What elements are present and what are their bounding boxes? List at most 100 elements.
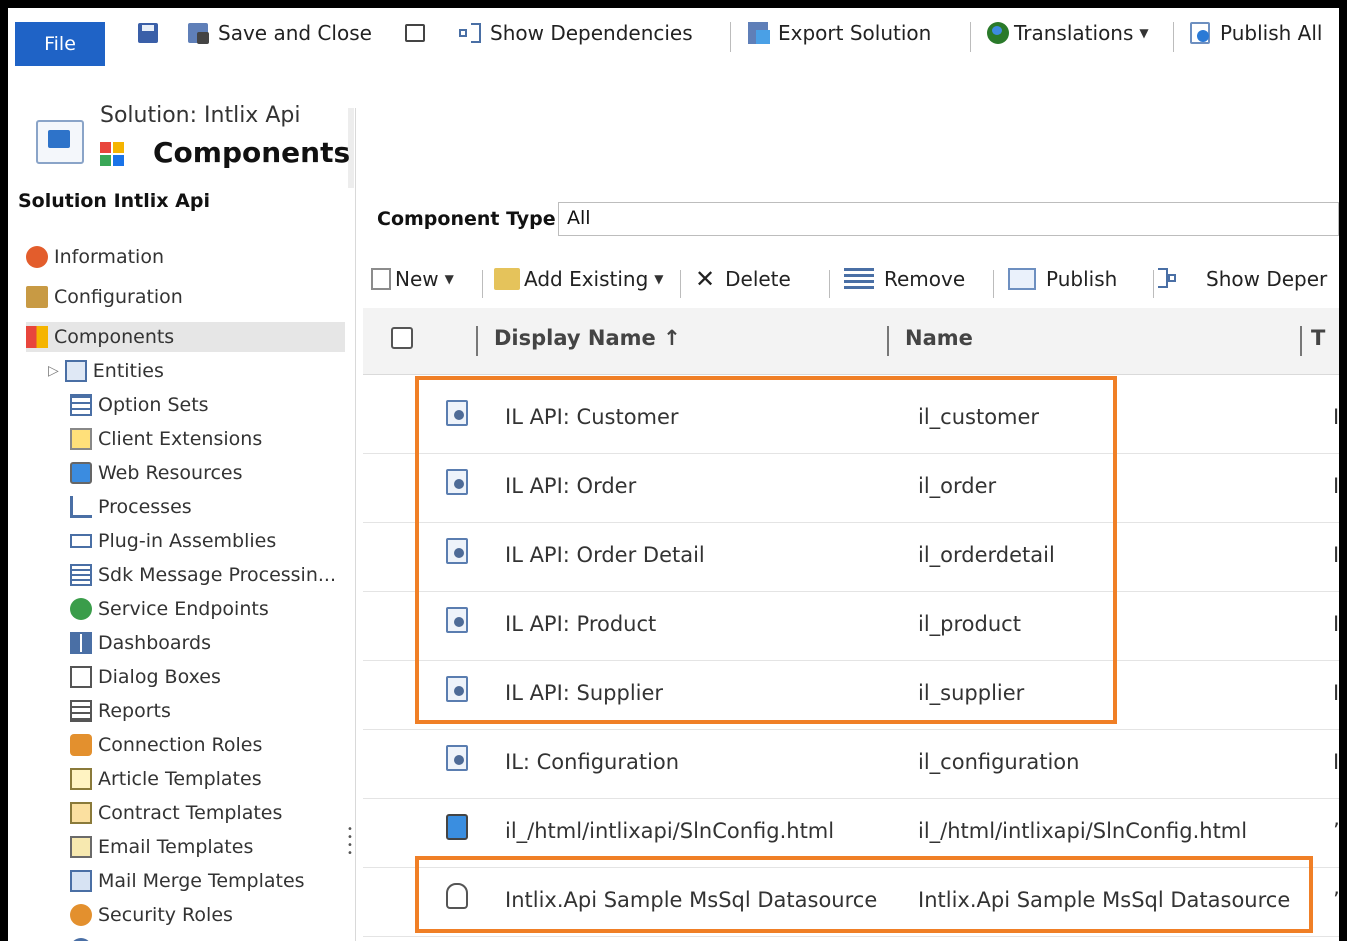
nav-item-article-templates[interactable]: Article Templates [70, 764, 262, 794]
table-row[interactable]: il_/html/intlixapi/SlnConfig.html il_/ht… [363, 798, 1339, 868]
splitter-grip-icon[interactable]: • • • • [347, 825, 353, 859]
name-cell: il_customer [918, 405, 1040, 429]
nav-item-mail-merge-templates[interactable]: Mail Merge Templates [70, 866, 305, 896]
show-dependencies-grid-button[interactable]: Show Deper [1168, 264, 1327, 294]
nav-item-label: Plug-in Assemblies [98, 530, 277, 552]
translations-button[interactable]: Translations ▼ [986, 18, 1149, 48]
nav-item-configuration[interactable]: Configuration [26, 282, 183, 312]
information-icon [26, 246, 48, 268]
nav-item-connection-roles[interactable]: Connection Roles [70, 730, 262, 760]
nav-item-email-templates[interactable]: Email Templates [70, 832, 253, 862]
save-button[interactable] [136, 18, 168, 48]
security-roles-icon [70, 904, 92, 926]
column-display-name[interactable]: Display Name ↑ [494, 326, 681, 350]
publish-icon [1008, 268, 1036, 290]
show-dependencies-label: Show Dependencies [490, 21, 693, 45]
select-all-checkbox[interactable] [391, 327, 413, 349]
table-row[interactable]: IL API: Product il_product I [363, 591, 1339, 661]
nav-item-service-endpoints[interactable]: Service Endpoints [70, 594, 269, 624]
nav-item-processes[interactable]: Processes [70, 492, 192, 522]
export-solution-label: Export Solution [778, 21, 932, 45]
file-button[interactable]: File [15, 22, 105, 66]
column-separator[interactable] [476, 326, 478, 356]
component-type-select[interactable]: All [558, 202, 1339, 236]
nav-item-components[interactable]: Components [26, 322, 345, 352]
remove-button[interactable]: Remove [844, 264, 965, 294]
nav-item-dashboards[interactable]: Dashboards [70, 628, 211, 658]
ribbon-separator [1173, 22, 1174, 52]
publish-button[interactable]: Publish [1008, 264, 1117, 294]
type-cell: I [1333, 612, 1339, 636]
table-row[interactable]: IL API: Order Detail il_orderdetail I [363, 522, 1339, 592]
nav-item-label: Client Extensions [98, 428, 263, 450]
display-name-cell[interactable]: IL API: Order Detail [505, 543, 705, 567]
display-name-cell[interactable]: il_/html/intlixapi/SlnConfig.html [505, 819, 834, 843]
print-button[interactable] [403, 18, 435, 48]
page-title: Components [153, 136, 351, 169]
nav-item-label: Connection Roles [98, 734, 263, 756]
type-cell: I [1333, 474, 1339, 498]
new-button[interactable]: New ▼ [371, 264, 454, 294]
publish-all-icon [1188, 21, 1212, 45]
column-name[interactable]: Name [905, 326, 973, 350]
nav-item-dialog-boxes[interactable]: Dialog Boxes [70, 662, 221, 692]
export-solution-button[interactable]: Export Solution [746, 18, 931, 48]
nav-item-information[interactable]: Information [26, 242, 164, 272]
nav-item-contract-templates[interactable]: Contract Templates [70, 798, 282, 828]
nav-heading: Solution Intlix Api [18, 190, 210, 212]
expand-triangle-icon[interactable]: ▷ [48, 363, 59, 379]
type-cell: I [1333, 750, 1339, 774]
nav-item-reports[interactable]: Reports [70, 696, 171, 726]
display-name-cell[interactable]: IL API: Supplier [505, 681, 663, 705]
nav-item-option-sets[interactable]: Option Sets [70, 390, 209, 420]
nav-item-security-roles[interactable]: Security Roles [70, 900, 233, 930]
new-document-icon [371, 268, 391, 290]
nav-item-plugin-assemblies[interactable]: Plug-in Assemblies [70, 526, 276, 556]
name-cell: il_product [918, 612, 1021, 636]
dependencies-icon [458, 21, 482, 45]
dialog-boxes-icon [70, 666, 92, 688]
entity-icon [446, 538, 468, 564]
display-name-cell[interactable]: IL: Configuration [505, 750, 679, 774]
column-separator[interactable] [1300, 326, 1302, 356]
nav-item-label: Sdk Message Processin... [98, 564, 336, 586]
table-row[interactable]: IL API: Order il_order I [363, 453, 1339, 523]
table-row[interactable]: IL API: Supplier il_supplier I [363, 660, 1339, 730]
save-icon [136, 21, 160, 45]
display-name-cell[interactable]: IL API: Order [505, 474, 636, 498]
app-window: File Save and Close Show Dependencies Ex… [8, 8, 1339, 941]
column-type[interactable]: T [1311, 326, 1325, 350]
nav-item-web-resources[interactable]: Web Resources [70, 458, 243, 488]
table-row[interactable]: Intlix.Api Sample MsSql Datasource Intli… [363, 867, 1339, 937]
nav-item-label: Option Sets [98, 394, 209, 416]
nav-item-client-extensions[interactable]: Client Extensions [70, 424, 262, 454]
publish-all-button[interactable]: Publish All [1188, 18, 1322, 48]
display-name-cell[interactable]: IL API: Product [505, 612, 656, 636]
add-existing-button[interactable]: Add Existing ▼ [494, 264, 664, 294]
name-cell: il_/html/intlixapi/SlnConfig.html [918, 819, 1248, 843]
delete-button[interactable]: ✕ Delete [695, 264, 791, 294]
nav-item-entities[interactable]: ▷ Entities [48, 356, 164, 386]
show-dependencies-button[interactable]: Show Dependencies [458, 18, 693, 48]
table-row[interactable]: IL: Configuration il_configuration I [363, 729, 1339, 799]
column-separator[interactable] [887, 326, 889, 356]
client-extensions-icon [70, 428, 92, 450]
mail-merge-templates-icon [70, 870, 92, 892]
pane-splitter[interactable] [355, 108, 356, 941]
type-cell: ’ [1333, 888, 1339, 912]
components-icon [26, 326, 48, 348]
processes-icon [70, 496, 92, 518]
solution-icon [36, 120, 84, 164]
folder-add-icon [494, 268, 520, 290]
delete-label: Delete [725, 267, 791, 291]
display-name-cell[interactable]: Intlix.Api Sample MsSql Datasource [505, 888, 877, 912]
nav-item-label: Dialog Boxes [98, 666, 221, 688]
nav-item-sdk-message-processing[interactable]: Sdk Message Processin... [70, 560, 336, 590]
display-name-cell[interactable]: IL API: Customer [505, 405, 679, 429]
table-row[interactable]: IL API: Customer il_customer I [363, 384, 1339, 454]
nav-item-label: Entities [92, 360, 164, 382]
print-icon [403, 21, 427, 45]
new-label: New [395, 267, 439, 291]
grid-header: Display Name ↑ Name T [363, 308, 1339, 375]
save-and-close-button[interactable]: Save and Close [186, 18, 372, 48]
